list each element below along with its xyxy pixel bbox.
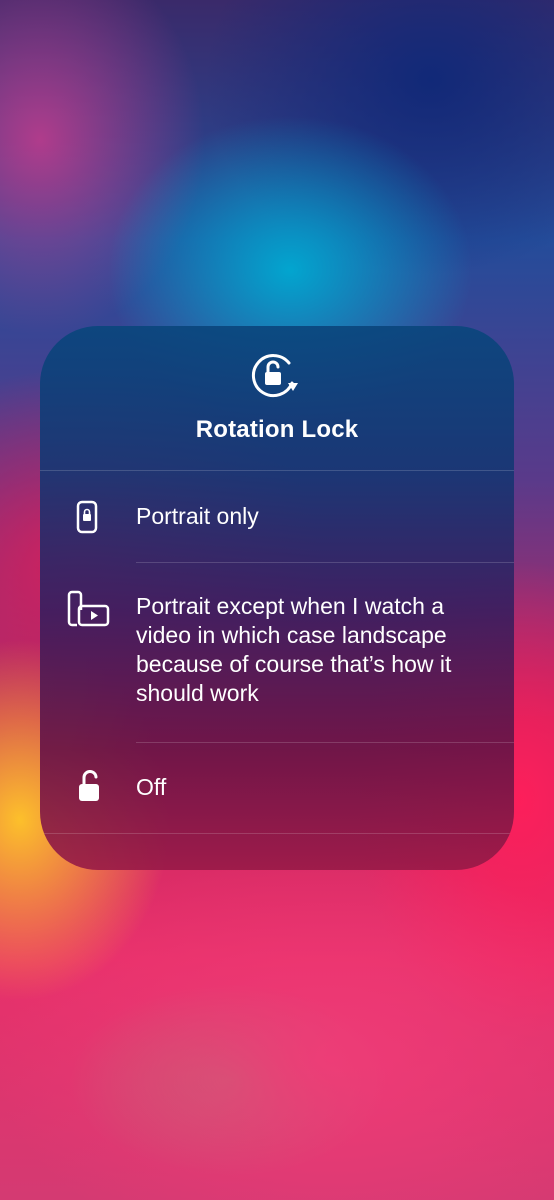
option-label: Portrait only (136, 503, 259, 529)
rotation-lock-header: Rotation Lock (40, 326, 514, 470)
portrait-landscape-video-icon (67, 590, 110, 627)
unlocked-padlock-icon (79, 770, 99, 801)
panel-title: Rotation Lock (195, 416, 359, 443)
option-portrait-except-video[interactable]: Portrait except when I watch a video in … (40, 563, 514, 742)
rotation-lock-icon (251, 354, 298, 398)
portrait-phone-lock-icon (76, 500, 98, 534)
rotation-lock-menu: Rotation Lock Portrait only Portrait exc… (40, 326, 514, 870)
option-label: Off (136, 774, 167, 800)
option-portrait-only[interactable]: Portrait only (40, 471, 514, 562)
option-off[interactable]: Off (40, 743, 514, 833)
footer-divider (40, 833, 514, 834)
option-label: Portrait except when I watch a video in … (136, 593, 452, 706)
